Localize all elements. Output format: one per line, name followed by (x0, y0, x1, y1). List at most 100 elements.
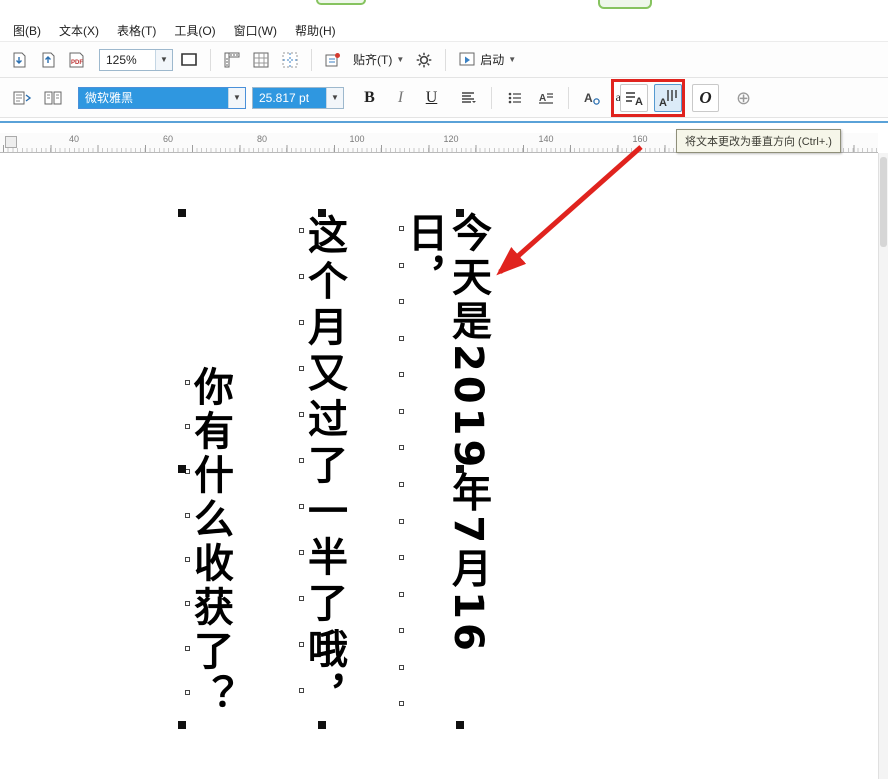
char-node[interactable] (399, 263, 404, 268)
menu-bar: 图(B) 文本(X) 表格(T) 工具(O) 窗口(W) 帮助(H) (0, 20, 888, 42)
selection-handle[interactable] (318, 209, 326, 217)
character-formatting-button[interactable]: A (578, 84, 605, 112)
font-size-dropdown-arrow[interactable]: ▼ (326, 88, 343, 108)
char-node[interactable] (399, 592, 404, 597)
text-frame-options-button[interactable] (8, 84, 35, 112)
text-column-right[interactable]: 今天是2019年7月16日， (402, 212, 446, 724)
char-node[interactable] (185, 646, 190, 651)
char-node[interactable] (399, 445, 404, 450)
char-node[interactable] (299, 504, 304, 509)
zoom-level-value[interactable]: 125% (100, 50, 155, 70)
char-node[interactable] (399, 555, 404, 560)
snap-settings-button[interactable] (320, 47, 346, 73)
char-node[interactable] (399, 372, 404, 377)
outline-button[interactable]: O (692, 84, 719, 112)
app-window: 图(B) 文本(X) 表格(T) 工具(O) 窗口(W) 帮助(H) PDF (0, 0, 888, 779)
full-screen-preview-button[interactable] (176, 47, 202, 73)
char-node[interactable] (185, 380, 190, 385)
text-columns-button[interactable] (39, 84, 66, 112)
font-size-value[interactable]: 25.817 pt (253, 88, 326, 108)
rulers-icon (223, 51, 241, 69)
char-node[interactable] (399, 336, 404, 341)
titlebar-strip (0, 0, 888, 20)
full-screen-icon (180, 51, 198, 69)
char-node[interactable] (185, 513, 190, 518)
char-node[interactable] (399, 299, 404, 304)
italic-button[interactable]: I (387, 84, 414, 112)
svg-text:A: A (659, 97, 667, 108)
char-node[interactable] (185, 601, 190, 606)
char-node[interactable] (299, 274, 304, 279)
text-column-left[interactable]: 你有什么收获了？ (188, 366, 232, 720)
selection-handle[interactable] (456, 721, 464, 729)
char-node[interactable] (399, 409, 404, 414)
drop-cap-button[interactable]: A (532, 84, 559, 112)
selection-handle[interactable] (456, 209, 464, 217)
selection-handle[interactable] (178, 465, 186, 473)
font-family-combo[interactable]: 微软雅黑 ▼ (78, 87, 246, 109)
menu-text[interactable]: 文本(X) (50, 19, 108, 42)
launch-dropdown[interactable]: 启动 ▼ (454, 51, 520, 69)
launch-icon (458, 51, 476, 69)
char-node[interactable] (299, 412, 304, 417)
underline-button[interactable]: U (418, 84, 445, 112)
char-node[interactable] (399, 482, 404, 487)
menu-table[interactable]: 表格(T) (108, 19, 165, 42)
char-node[interactable] (299, 550, 304, 555)
zoom-level-combo[interactable]: 125% ▼ (99, 49, 173, 71)
export-icon (39, 51, 57, 69)
font-family-value[interactable]: 微软雅黑 (79, 88, 228, 108)
show-rulers-button[interactable] (219, 47, 245, 73)
vertical-text: 你有什么收获了？ (188, 366, 232, 718)
char-node[interactable] (399, 665, 404, 670)
selection-handle[interactable] (178, 721, 186, 729)
options-button[interactable] (411, 47, 437, 73)
show-guidelines-button[interactable] (277, 47, 303, 73)
menu-bitmap[interactable]: 图(B) (4, 19, 50, 42)
font-size-combo[interactable]: 25.817 pt ▼ (252, 87, 344, 109)
char-node[interactable] (399, 628, 404, 633)
drawing-canvas[interactable]: 今天是2019年7月16日， 这个月又过了一半了哦， 你有什么收获了？ (0, 153, 888, 779)
publish-pdf-button[interactable]: PDF (64, 47, 90, 73)
text-column-middle[interactable]: 这个月又过了一半了哦， (302, 214, 346, 720)
char-node[interactable] (185, 424, 190, 429)
bold-button[interactable]: B (356, 84, 383, 112)
svg-text:A: A (539, 93, 546, 104)
vertical-scrollbar[interactable] (878, 153, 888, 779)
char-node[interactable] (299, 596, 304, 601)
tooltip: 将文本更改为垂直方向 (Ctrl+.) (676, 129, 841, 153)
horizontal-text-button[interactable]: A (620, 84, 648, 112)
char-node[interactable] (299, 688, 304, 693)
text-alignment-button[interactable] (455, 84, 482, 112)
ruler-tick-label: 160 (627, 134, 653, 144)
vertical-text-button[interactable]: A (654, 84, 682, 112)
add-customization-button[interactable]: ⊕ (730, 84, 757, 112)
char-node[interactable] (299, 642, 304, 647)
char-node[interactable] (299, 228, 304, 233)
show-grid-button[interactable] (248, 47, 274, 73)
char-node[interactable] (299, 366, 304, 371)
selection-handle[interactable] (318, 721, 326, 729)
import-button[interactable] (6, 47, 32, 73)
export-button[interactable] (35, 47, 61, 73)
char-node[interactable] (299, 320, 304, 325)
char-node[interactable] (399, 701, 404, 706)
char-node[interactable] (299, 458, 304, 463)
screen-overlay-fragment (598, 0, 652, 9)
menu-window[interactable]: 窗口(W) (225, 19, 286, 42)
selection-handle[interactable] (456, 465, 464, 473)
selection-handle[interactable] (178, 209, 186, 217)
menu-help[interactable]: 帮助(H) (286, 19, 345, 42)
snap-dropdown[interactable]: 贴齐(T) ▼ (349, 51, 408, 68)
bulleted-list-button[interactable] (501, 84, 528, 112)
menu-tools[interactable]: 工具(O) (165, 19, 224, 42)
document-divider-line (0, 121, 888, 123)
scrollbar-thumb[interactable] (880, 157, 887, 247)
char-node[interactable] (185, 690, 190, 695)
char-node[interactable] (185, 557, 190, 562)
char-node[interactable] (399, 519, 404, 524)
svg-text:PDF: PDF (71, 60, 83, 66)
zoom-dropdown-arrow[interactable]: ▼ (155, 50, 172, 70)
font-family-dropdown-arrow[interactable]: ▼ (228, 88, 245, 108)
char-node[interactable] (399, 226, 404, 231)
